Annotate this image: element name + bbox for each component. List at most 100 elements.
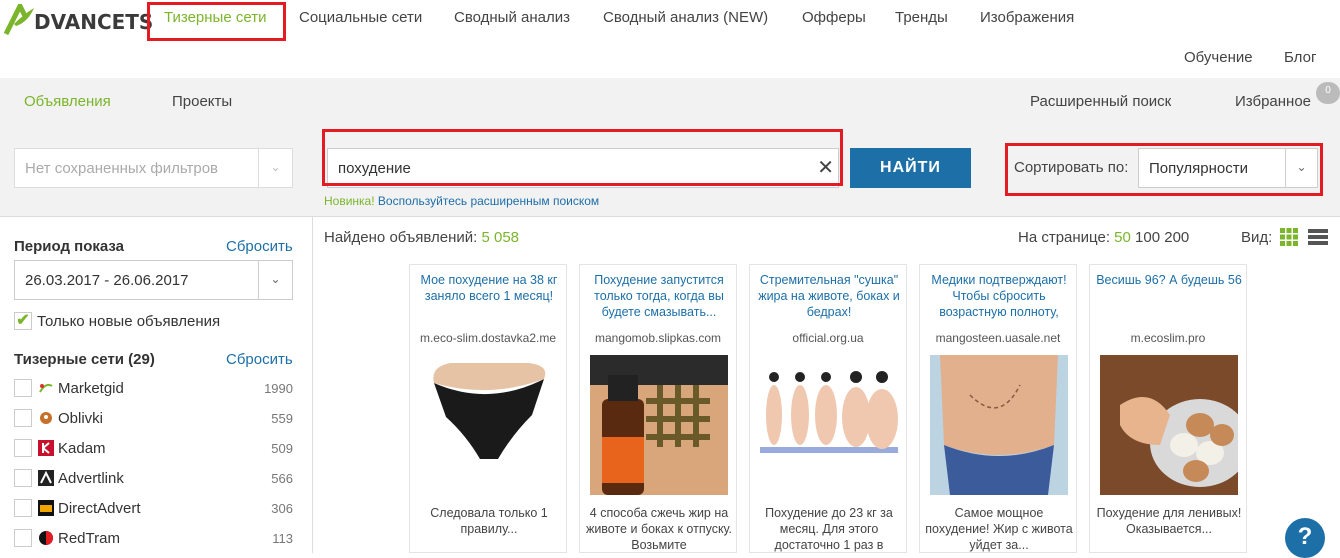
ad-title[interactable]: Медики подтверждают! Чтобы сбросить возр… — [924, 272, 1074, 320]
nav-trends[interactable]: Тренды — [895, 9, 948, 26]
ad-description: Похудение для ленивых! Оказывается... — [1096, 506, 1242, 536]
per-page-option-50[interactable]: 50 — [1114, 229, 1131, 246]
help-button[interactable]: ? — [1285, 518, 1325, 558]
ad-card[interactable]: Медики подтверждают! Чтобы сбросить возр… — [919, 264, 1077, 553]
network-count: 559 — [271, 411, 293, 426]
nav-offers[interactable]: Офферы — [802, 9, 866, 26]
nav-summary-analysis-new[interactable]: Сводный анализ (NEW) — [603, 9, 768, 26]
ad-title[interactable]: Мое похудение на 38 кг заняло всего 1 ме… — [414, 272, 564, 304]
chevron-down-icon: ⌄ — [258, 261, 292, 299]
logo-text: DVANCETS — [34, 10, 154, 34]
nav-blog[interactable]: Блог — [1284, 49, 1316, 66]
network-row-oblivki[interactable]: Oblivki 559 — [14, 409, 293, 429]
tab-projects[interactable]: Проекты — [172, 93, 232, 110]
ad-image[interactable] — [1100, 355, 1238, 495]
network-row-advertlink[interactable]: Advertlink 566 — [14, 469, 293, 489]
chevron-down-icon: ⌄ — [258, 149, 292, 187]
ad-title[interactable]: Похудение запустится только тогда, когда… — [584, 272, 734, 320]
network-checkbox[interactable] — [14, 379, 32, 397]
favorites-count-badge: 0 — [1316, 82, 1340, 104]
ad-card[interactable]: Мое похудение на 38 кг заняло всего 1 ме… — [409, 264, 567, 553]
directadvert-icon — [38, 500, 54, 516]
networks-title: Тизерные сети (29) — [14, 351, 155, 368]
network-row-marketgid[interactable]: Marketgid 1990 — [14, 379, 293, 399]
nav-social-networks[interactable]: Социальные сети — [299, 9, 422, 26]
network-name: DirectAdvert — [58, 500, 141, 517]
ad-domain: m.ecoslim.pro — [1130, 331, 1206, 345]
chevron-down-icon: ⌄ — [1285, 149, 1317, 187]
per-page-selector: На странице: 50 100 200 — [1018, 229, 1189, 246]
logo[interactable]: DVANCETS — [4, 4, 153, 36]
search-hint: Новинка! Воспользуйтесь расширенным поис… — [324, 194, 599, 208]
ad-description: 4 способа сжечь жир на животе и боках к … — [585, 506, 733, 552]
sub-nav-bar: Объявления Проекты Расширенный поиск Изб… — [0, 78, 1340, 125]
find-button[interactable]: НАЙТИ — [850, 148, 971, 188]
period-title: Период показа — [14, 238, 125, 255]
network-checkbox[interactable] — [14, 409, 32, 427]
ad-card[interactable]: Похудение запустится только тогда, когда… — [579, 264, 737, 553]
saved-filters-placeholder: Нет сохраненных фильтров — [25, 160, 219, 177]
leaf-a-logo-icon — [4, 4, 34, 36]
nav-images[interactable]: Изображения — [980, 9, 1074, 26]
network-checkbox[interactable] — [14, 499, 32, 517]
network-row-kadam[interactable]: Kadam 509 — [14, 439, 293, 459]
per-page-option-100[interactable]: 100 — [1135, 229, 1160, 246]
per-page-option-200[interactable]: 200 — [1164, 229, 1189, 246]
hint-new-label: Новинка! — [324, 194, 375, 208]
sort-label: Сортировать по: — [1014, 159, 1129, 176]
top-bar: DVANCETS Тизерные сети Социальные сети С… — [0, 0, 1340, 78]
saved-filters-select[interactable]: Нет сохраненных фильтров ⌄ — [14, 148, 293, 188]
marketgid-icon — [39, 383, 53, 393]
network-name: Marketgid — [58, 380, 124, 397]
networks-reset-link[interactable]: Сбросить — [226, 351, 293, 368]
ad-description: Самое мощное похудение! Жир с живота уйд… — [925, 506, 1073, 552]
nav-teaser-networks[interactable]: Тизерные сети — [164, 9, 266, 26]
ad-card[interactable]: Весишь 96? А будешь 56 m.ecoslim.pro Пох… — [1089, 264, 1247, 553]
network-count: 1990 — [264, 381, 293, 396]
period-value: 26.03.2017 - 26.06.2017 — [25, 272, 189, 289]
only-new-label: Только новые объявления — [37, 313, 221, 330]
favorites-link[interactable]: Избранное — [1235, 93, 1311, 110]
ad-domain: mangomob.slipkas.com — [594, 331, 722, 345]
only-new-checkbox[interactable]: ✔ — [14, 312, 32, 330]
view-label: Вид: — [1241, 229, 1273, 246]
nav-training[interactable]: Обучение — [1184, 49, 1253, 66]
network-checkbox[interactable] — [14, 439, 32, 457]
network-checkbox[interactable] — [14, 529, 32, 547]
ad-image[interactable] — [760, 355, 898, 495]
ad-title[interactable]: Стремительная "сушка" жира на животе, бо… — [754, 272, 904, 320]
ad-image[interactable] — [590, 355, 728, 495]
advanced-search-link[interactable]: Расширенный поиск — [1030, 93, 1171, 110]
ad-description: Следовала только 1 правилу... — [430, 506, 548, 536]
ad-card[interactable]: Стремительная "сушка" жира на животе, бо… — [749, 264, 907, 553]
ad-domain: mangosteen.uasale.net — [935, 331, 1061, 345]
grid-view-icon[interactable] — [1280, 228, 1298, 246]
network-count: 113 — [272, 531, 293, 546]
nav-summary-analysis[interactable]: Сводный анализ — [454, 9, 570, 26]
sort-value: Популярности — [1149, 160, 1249, 177]
period-select[interactable]: 26.03.2017 - 26.06.2017 ⌄ — [14, 260, 293, 300]
advertlink-icon — [38, 470, 54, 486]
ad-image[interactable] — [930, 355, 1068, 495]
network-name: Kadam — [58, 440, 106, 457]
network-row-directadvert[interactable]: DirectAdvert 306 — [14, 499, 293, 519]
network-count: 306 — [271, 501, 293, 516]
tab-ads[interactable]: Объявления — [24, 93, 111, 110]
ad-domain: official.org.ua — [792, 331, 864, 345]
network-row-redtram[interactable]: RedTram 113 — [14, 529, 293, 549]
network-name: RedTram — [58, 530, 120, 547]
per-page-label: На странице: — [1018, 229, 1110, 246]
ad-title[interactable]: Весишь 96? А будешь 56 — [1094, 272, 1244, 288]
period-reset-link[interactable]: Сбросить — [226, 238, 293, 255]
ad-description: Похудение до 23 кг за месяц. Для этого д… — [765, 506, 893, 552]
search-input[interactable]: похудение ✕ — [327, 148, 839, 188]
sort-select[interactable]: Популярности ⌄ — [1138, 148, 1318, 188]
ad-image[interactable] — [420, 355, 558, 495]
results-number: 5 058 — [481, 229, 520, 246]
search-query-text: похудение — [338, 160, 411, 177]
network-checkbox[interactable] — [14, 469, 32, 487]
network-count: 566 — [271, 471, 293, 486]
hint-advanced-link[interactable]: Воспользуйтесь расширенным поиском — [378, 194, 599, 208]
clear-icon[interactable]: ✕ — [817, 155, 834, 180]
list-view-icon[interactable] — [1308, 228, 1328, 246]
